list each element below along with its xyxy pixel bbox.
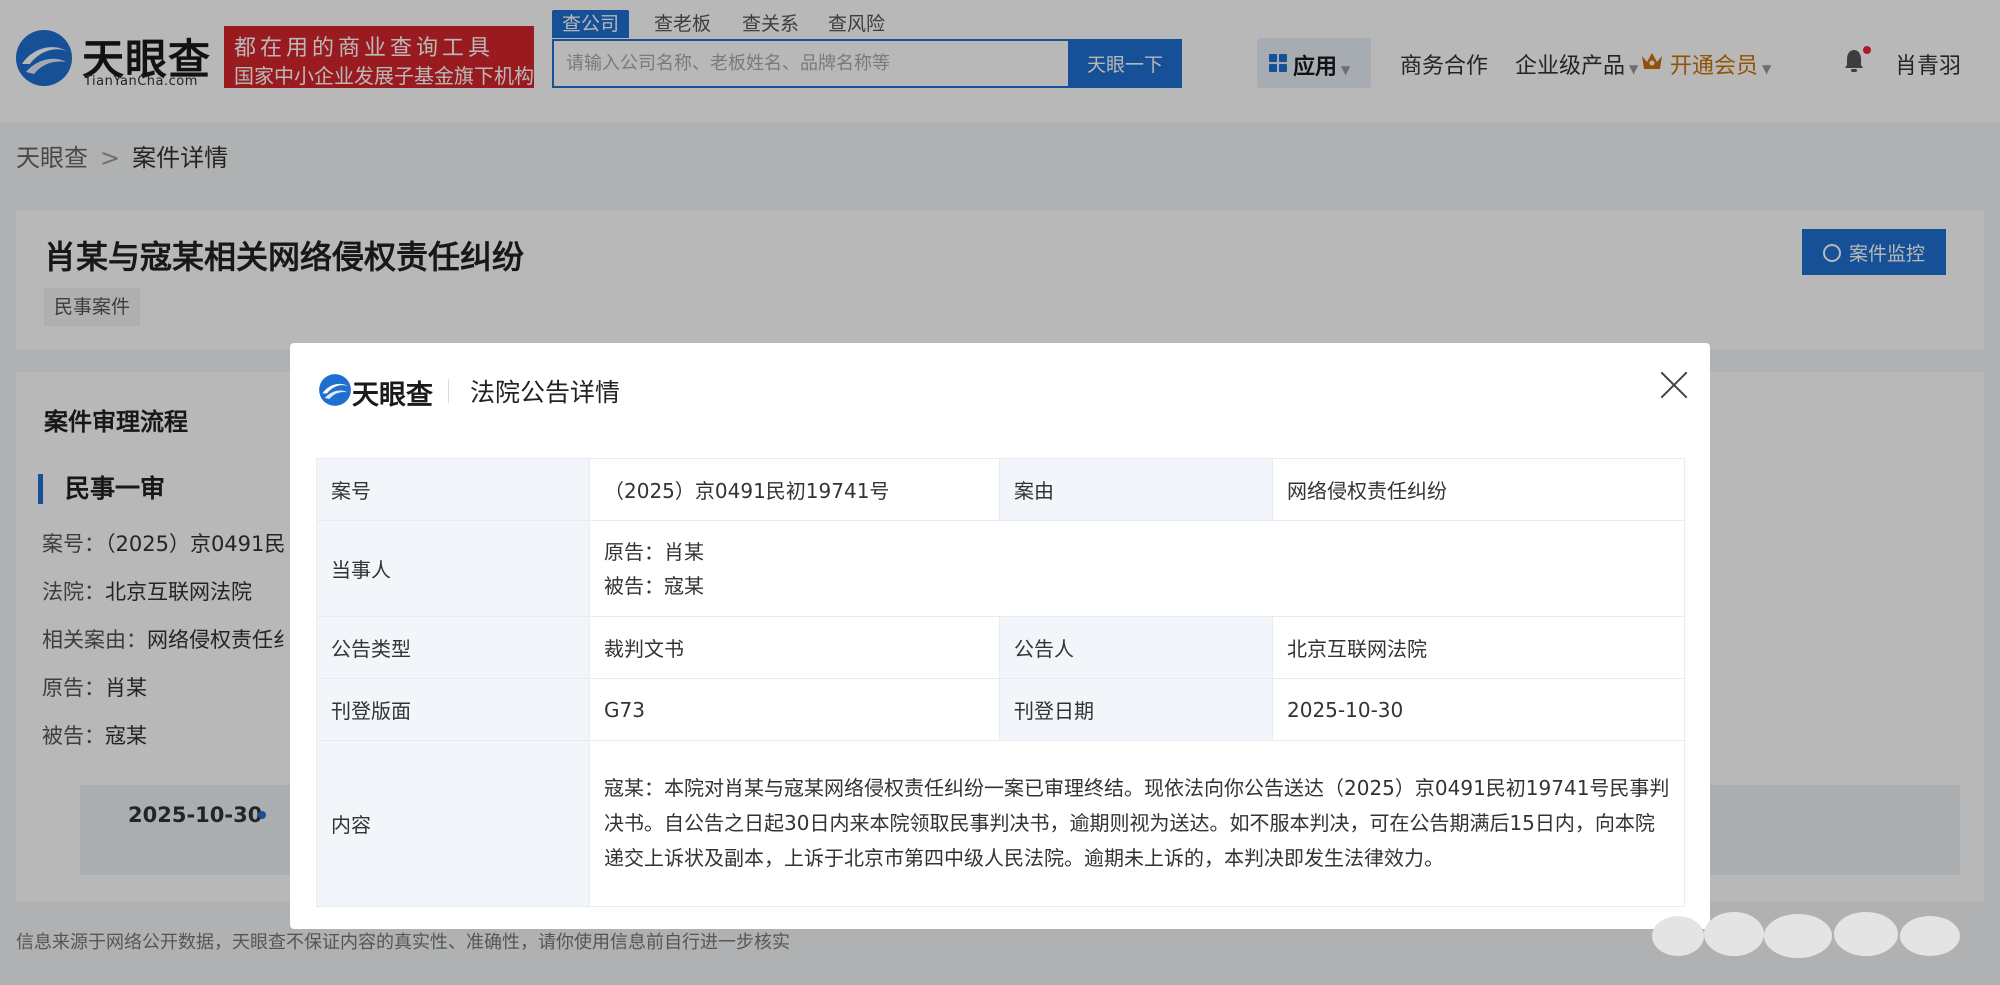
content-value: 寇某：本院对肖某与寇某网络侵权责任纠纷一案已审理终结。现依法向你公告送达（202… bbox=[589, 740, 1685, 907]
announcer-value: 北京互联网法院 bbox=[1272, 616, 1685, 679]
table-row: 当事人 原告：肖某 被告：寇某 bbox=[316, 520, 1685, 617]
case-no-value: （2025）京0491民初19741号 bbox=[589, 458, 1000, 521]
table-row: 内容 寇某：本院对肖某与寇某网络侵权责任纠纷一案已审理终结。现依法向你公告送达（… bbox=[316, 740, 1685, 907]
page-value: G73 bbox=[589, 678, 1000, 741]
modal-title: 法院公告详情 bbox=[470, 378, 621, 407]
page-label: 刊登版面 bbox=[316, 678, 590, 741]
table-row: 公告类型 裁判文书 公告人 北京互联网法院 bbox=[316, 616, 1685, 679]
table-row: 案号 （2025）京0491民初19741号 案由 网络侵权责任纠纷 bbox=[316, 458, 1685, 521]
eye-logo-icon bbox=[319, 374, 351, 406]
date-value: 2025-10-30 bbox=[1272, 678, 1685, 741]
blurred-watermark bbox=[1652, 912, 1960, 958]
notice-type-label: 公告类型 bbox=[316, 616, 590, 679]
cause-value: 网络侵权责任纠纷 bbox=[1272, 458, 1685, 521]
announcer-label: 公告人 bbox=[999, 616, 1273, 679]
notice-type-value: 裁判文书 bbox=[589, 616, 1000, 679]
modal-logo-text: 天眼查 bbox=[352, 380, 433, 411]
parties-label: 当事人 bbox=[316, 520, 590, 617]
notice-detail-table: 案号 （2025）京0491民初19741号 案由 网络侵权责任纠纷 当事人 原… bbox=[316, 458, 1685, 907]
court-notice-modal: 天眼查 法院公告详情 案号 （2025）京0491民初19741号 案由 网络侵… bbox=[290, 343, 1710, 929]
modal-title-divider bbox=[448, 379, 449, 403]
close-icon[interactable] bbox=[1658, 369, 1690, 401]
defendant-value: 被告：寇某 bbox=[604, 573, 704, 598]
table-row: 刊登版面 G73 刊登日期 2025-10-30 bbox=[316, 678, 1685, 741]
plaintiff-value: 原告：肖某 bbox=[604, 539, 704, 564]
case-no-label: 案号 bbox=[316, 458, 590, 521]
parties-value: 原告：肖某 被告：寇某 bbox=[589, 520, 1685, 617]
cause-label: 案由 bbox=[999, 458, 1273, 521]
modal-logo: 天眼查 bbox=[318, 371, 446, 411]
date-label: 刊登日期 bbox=[999, 678, 1273, 741]
content-label: 内容 bbox=[316, 740, 590, 907]
